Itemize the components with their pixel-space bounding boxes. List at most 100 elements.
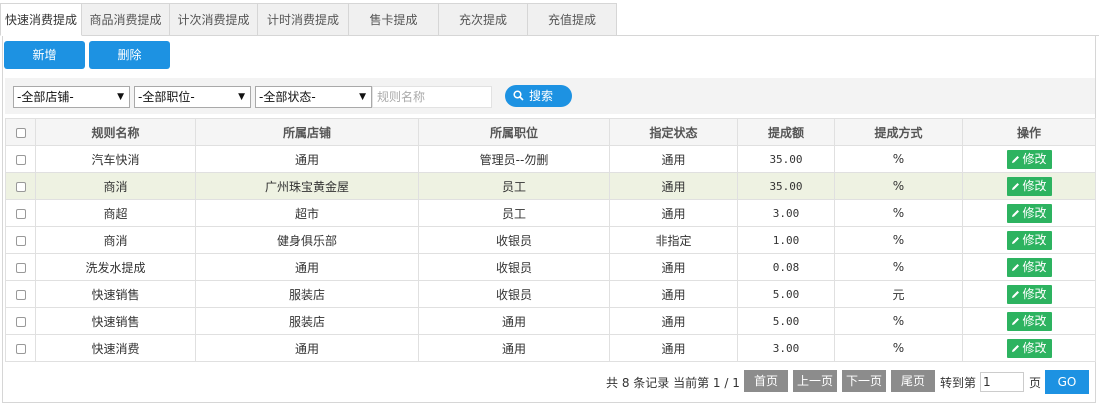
tab-quick-consume-commission[interactable]: 快速消费提成 (0, 3, 82, 36)
status-cell: 通用 (609, 334, 738, 362)
actions-cell: 修改 (962, 307, 1096, 335)
actions-cell: 修改 (962, 199, 1096, 227)
row-checkbox[interactable] (15, 262, 26, 273)
edit-button-label: 修改 (1022, 259, 1047, 274)
edit-button[interactable]: 修改 (1006, 149, 1052, 169)
row-select-cell (5, 199, 36, 227)
position-cell: 员工 (418, 199, 610, 227)
table-row[interactable]: 快速消费 通用 通用 通用 3.00% 修改 (5, 334, 1096, 362)
status-select-value: -全部状态- (259, 90, 316, 104)
table-row[interactable]: 洗发水提成 通用 收银员 通用 0.08% 修改 (5, 253, 1096, 281)
table-row[interactable]: 商超 超市 员工 通用 3.00% 修改 (5, 199, 1096, 227)
tab-product-consume-commission[interactable]: 商品消费提成 (82, 3, 170, 36)
rule-name-input[interactable]: 规则名称 (372, 86, 492, 108)
search-icon (513, 90, 524, 101)
store-cell: 服装店 (195, 307, 419, 335)
go-button[interactable]: GO (1045, 370, 1089, 394)
edit-button[interactable]: 修改 (1006, 176, 1052, 196)
rule-name-cell: 商消 (35, 172, 196, 200)
row-checkbox[interactable] (15, 208, 26, 219)
select-all-cell (5, 118, 36, 146)
table-row[interactable]: 商消 健身俱乐部 收银员 非指定 1.00% 修改 (5, 226, 1096, 254)
column-header-status: 指定状态 (609, 118, 738, 146)
store-select[interactable]: -全部店铺- ▼ (13, 86, 130, 108)
tab-count-recharge-commission[interactable]: 充次提成 (439, 3, 528, 36)
status-cell: 通用 (609, 199, 738, 227)
page-suffix-label: 页 (1029, 376, 1042, 390)
edit-button[interactable]: 修改 (1006, 284, 1052, 304)
pencil-icon (1012, 236, 1020, 244)
actions-cell: 修改 (962, 226, 1096, 254)
goto-page-input[interactable]: 1 (980, 372, 1024, 392)
row-checkbox[interactable] (15, 316, 26, 327)
add-button[interactable]: 新增 (4, 41, 85, 69)
store-cell: 超市 (195, 199, 419, 227)
store-cell: 服装店 (195, 280, 419, 308)
position-select[interactable]: -全部职位- ▼ (134, 86, 251, 108)
edit-button-label: 修改 (1022, 205, 1047, 220)
actions-cell: 修改 (962, 253, 1096, 281)
pencil-icon (1012, 344, 1020, 352)
row-select-cell (5, 334, 36, 362)
row-checkbox[interactable] (15, 235, 26, 246)
row-select-cell (5, 307, 36, 335)
status-cell: 通用 (609, 307, 738, 335)
rule-name-cell: 快速销售 (35, 280, 196, 308)
method-cell: % (834, 172, 963, 200)
prev-page-button[interactable]: 上一页 (793, 370, 837, 392)
tab-count-consume-commission[interactable]: 计次消费提成 (170, 3, 258, 36)
table-header-row: 规则名称 所属店铺 所属职位 指定状态 提成额 提成方式 操作 (5, 118, 1096, 146)
method-cell: % (834, 226, 963, 254)
table-row[interactable]: 商消 广州珠宝黄金屋 员工 通用 35.00% 修改 (5, 172, 1096, 200)
position-cell: 收银员 (418, 253, 610, 281)
row-select-cell (5, 253, 36, 281)
method-cell: % (834, 199, 963, 227)
rule-name-cell: 商消 (35, 226, 196, 254)
rule-name-cell: 商超 (35, 199, 196, 227)
amount-cell: 3.00 (737, 334, 835, 362)
edit-button[interactable]: 修改 (1006, 311, 1052, 331)
row-checkbox[interactable] (15, 181, 26, 192)
edit-button[interactable]: 修改 (1006, 338, 1052, 358)
amount-cell: 5.00 (737, 307, 835, 335)
amount-cell: 35.00 (737, 145, 835, 173)
position-cell: 员工 (418, 172, 610, 200)
next-page-button[interactable]: 下一页 (842, 370, 886, 392)
delete-button[interactable]: 删除 (89, 41, 170, 69)
first-page-button[interactable]: 首页 (744, 370, 788, 392)
last-page-button[interactable]: 尾页 (891, 370, 935, 392)
table-row[interactable]: 快速销售 服装店 收银员 通用 5.00 元 修改 (5, 280, 1096, 308)
method-cell: % (834, 307, 963, 335)
status-cell: 通用 (609, 253, 738, 281)
search-button[interactable]: 搜索 (505, 85, 572, 107)
edit-button[interactable]: 修改 (1006, 230, 1052, 250)
method-cell: % (834, 334, 963, 362)
tab-recharge-commission[interactable]: 充值提成 (528, 3, 617, 36)
row-checkbox[interactable] (15, 343, 26, 354)
status-select[interactable]: -全部状态- ▼ (255, 86, 372, 108)
tab-timed-consume-commission[interactable]: 计时消费提成 (258, 3, 349, 36)
row-checkbox[interactable] (15, 289, 26, 300)
pencil-icon (1012, 290, 1020, 298)
table-row[interactable]: 汽车快消 通用 管理员--勿删 通用 35.00% 修改 (5, 145, 1096, 173)
tab-card-sale-commission[interactable]: 售卡提成 (349, 3, 439, 36)
edit-button[interactable]: 修改 (1006, 257, 1052, 277)
row-select-cell (5, 280, 36, 308)
dropdown-arrow-icon: ▼ (117, 92, 124, 102)
rule-name-cell: 快速销售 (35, 307, 196, 335)
row-select-cell (5, 226, 36, 254)
status-cell: 通用 (609, 145, 738, 173)
row-checkbox[interactable] (15, 154, 26, 165)
dropdown-arrow-icon: ▼ (238, 92, 245, 102)
dropdown-arrow-icon: ▼ (359, 92, 366, 102)
select-all-checkbox[interactable] (15, 127, 26, 138)
position-cell: 通用 (418, 334, 610, 362)
table-row[interactable]: 快速销售 服装店 通用 通用 5.00% 修改 (5, 307, 1096, 335)
pencil-icon (1012, 182, 1020, 190)
status-cell: 通用 (609, 172, 738, 200)
store-cell: 通用 (195, 334, 419, 362)
pencil-icon (1012, 155, 1020, 163)
tab-bar: 快速消费提成 商品消费提成 计次消费提成 计时消费提成 售卡提成 充次提成 充值… (0, 3, 1099, 36)
edit-button[interactable]: 修改 (1006, 203, 1052, 223)
pagination-summary: 共 8 条记录 当前第 1 / 1 (606, 376, 740, 390)
